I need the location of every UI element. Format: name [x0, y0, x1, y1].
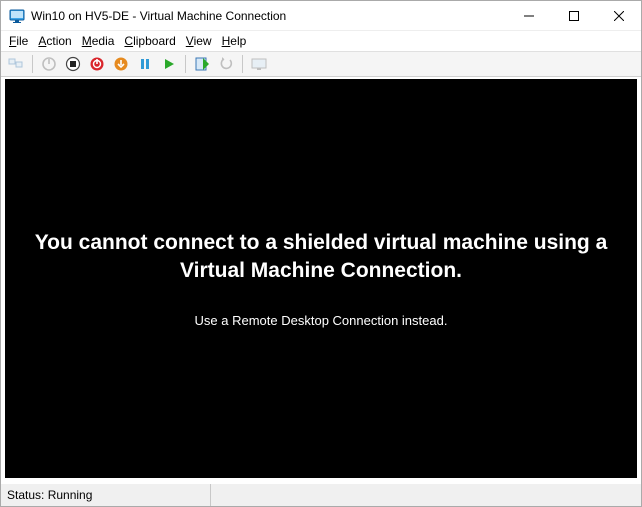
monitor-icon: [251, 56, 267, 72]
stop-circle-icon: [65, 56, 81, 72]
status-value: Running: [48, 488, 93, 502]
shut-down-button[interactable]: [86, 53, 108, 75]
ctrl-alt-del-button[interactable]: [5, 53, 27, 75]
turn-off-button[interactable]: [62, 53, 84, 75]
minimize-button[interactable]: [506, 1, 551, 30]
menu-clipboard[interactable]: Clipboard: [120, 33, 179, 49]
menu-view[interactable]: View: [182, 33, 216, 49]
toolbar: [1, 51, 641, 77]
window-title: Win10 on HV5-DE - Virtual Machine Connec…: [31, 9, 506, 23]
keys-icon: [8, 56, 24, 72]
close-button[interactable]: [596, 1, 641, 30]
revert-button[interactable]: [215, 53, 237, 75]
pause-button[interactable]: [134, 53, 156, 75]
shielded-error-hint: Use a Remote Desktop Connection instead.: [195, 313, 448, 328]
toolbar-separator: [185, 55, 186, 73]
status-label: Status: [7, 488, 41, 502]
toolbar-separator: [242, 55, 243, 73]
pause-icon: [137, 56, 153, 72]
checkpoint-icon: [194, 56, 210, 72]
play-icon: [161, 56, 177, 72]
menu-help[interactable]: Help: [218, 33, 251, 49]
start-button[interactable]: [38, 53, 60, 75]
title-bar: Win10 on HV5-DE - Virtual Machine Connec…: [1, 1, 641, 31]
menu-media[interactable]: Media: [78, 33, 119, 49]
shielded-error-message: You cannot connect to a shielded virtual…: [19, 229, 623, 286]
window-controls: [506, 1, 641, 30]
reset-button[interactable]: [158, 53, 180, 75]
revert-icon: [218, 56, 234, 72]
power-icon: [41, 56, 57, 72]
status-bar: Status: Running: [1, 484, 641, 506]
enhanced-session-button[interactable]: [248, 53, 270, 75]
vm-viewport: You cannot connect to a shielded virtual…: [1, 77, 641, 484]
app-icon: [9, 8, 25, 24]
menu-action[interactable]: Action: [34, 33, 75, 49]
menu-file[interactable]: File: [5, 33, 32, 49]
status-cell: Status: Running: [1, 484, 211, 506]
power-red-icon: [89, 56, 105, 72]
status-cell-empty: [211, 484, 641, 506]
save-circle-icon: [113, 56, 129, 72]
menu-bar: File Action Media Clipboard View Help: [1, 31, 641, 51]
maximize-button[interactable]: [551, 1, 596, 30]
toolbar-separator: [32, 55, 33, 73]
save-button[interactable]: [110, 53, 132, 75]
checkpoint-button[interactable]: [191, 53, 213, 75]
